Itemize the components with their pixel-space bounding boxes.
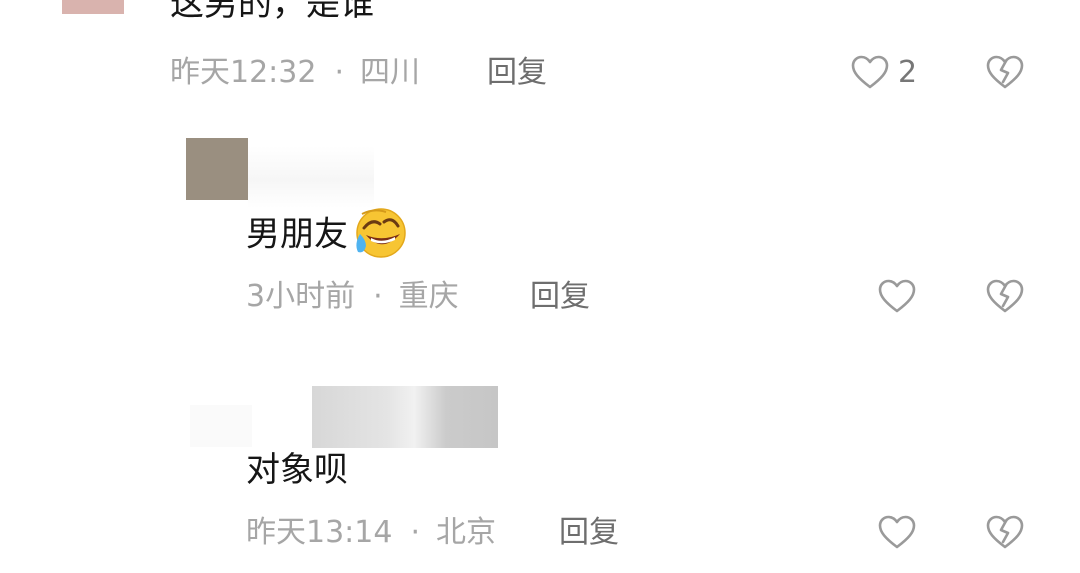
comment-text: 男朋友	[246, 214, 348, 255]
username-blurred[interactable]	[248, 146, 374, 208]
like-button[interactable]	[850, 53, 890, 93]
heart-icon	[851, 55, 889, 89]
meta-separator: ·	[334, 55, 345, 90]
comment-time: 昨天13:14	[246, 515, 393, 550]
meta-separator: ·	[373, 279, 383, 314]
broken-heart-icon	[986, 515, 1024, 549]
dislike-button[interactable]	[985, 53, 1025, 93]
reply-button[interactable]: 回复	[559, 515, 619, 551]
comment-time: 3小时前	[246, 279, 356, 314]
broken-heart-icon	[986, 279, 1024, 313]
heart-icon	[878, 515, 916, 549]
avatar[interactable]	[190, 405, 252, 447]
comment-location: 重庆	[398, 279, 459, 314]
comment-time: 昨天12:32	[170, 55, 317, 90]
like-count: 2	[898, 55, 918, 90]
heart-icon	[878, 279, 916, 313]
like-button[interactable]	[877, 277, 917, 317]
broken-heart-icon	[986, 55, 1024, 89]
comment-text: 对象呗	[246, 450, 348, 490]
face-with-tears-of-joy-icon	[356, 208, 406, 258]
comment-meta-row: 昨天12:32 · 四川	[170, 55, 420, 91]
comment-text-row: 男朋友	[246, 208, 408, 260]
dislike-button[interactable]	[985, 513, 1025, 553]
like-button[interactable]	[877, 513, 917, 553]
comment-meta-row: 昨天13:14 · 北京	[246, 515, 496, 551]
comment-text: 这男的，是谁	[170, 0, 374, 24]
avatar[interactable]	[62, 0, 124, 14]
comment-location: 四川	[360, 55, 421, 90]
username-blurred[interactable]	[312, 386, 498, 448]
dislike-button[interactable]	[985, 277, 1025, 317]
comment-meta-row: 3小时前 · 重庆	[246, 279, 459, 315]
meta-separator: ·	[410, 515, 421, 550]
comment-location: 北京	[436, 515, 497, 550]
reply-button[interactable]: 回复	[487, 55, 547, 91]
reply-button[interactable]: 回复	[530, 279, 590, 315]
avatar[interactable]	[186, 138, 248, 200]
